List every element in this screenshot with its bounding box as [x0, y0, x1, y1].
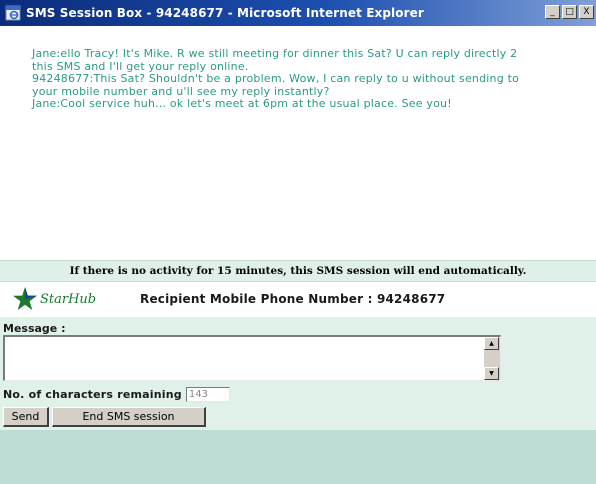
browser-window: SMS Session Box - 94248677 - Microsoft I…: [0, 0, 596, 484]
logo-text: StarHub: [40, 291, 97, 307]
close-button[interactable]: X: [579, 5, 594, 19]
end-session-button[interactable]: End SMS session: [52, 407, 206, 427]
footer-strip: [0, 430, 596, 484]
characters-remaining-row: No. of characters remaining 143: [3, 387, 230, 402]
starhub-logo: StarHub: [12, 286, 140, 312]
session-timeout-notice: If there is no activity for 15 minutes, …: [0, 260, 596, 282]
ie-page-icon: [5, 5, 21, 21]
action-buttons: Send End SMS session: [3, 407, 206, 427]
conversation-log: Jane:ello Tracy! It's Mike. R we still m…: [0, 26, 596, 260]
conversation-line: 94248677:This Sat? Shouldn't be a proble…: [32, 72, 520, 85]
scroll-up-arrow-icon[interactable]: ▲: [484, 337, 499, 350]
message-box: ▲ ▼: [3, 335, 501, 381]
scroll-down-arrow-icon[interactable]: ▼: [484, 367, 499, 380]
window-title: SMS Session Box - 94248677 - Microsoft I…: [26, 6, 424, 20]
characters-remaining-label: No. of characters remaining: [3, 388, 182, 401]
message-input[interactable]: [5, 337, 485, 380]
conversation-line: Jane:Cool service huh... ok let's meet a…: [32, 97, 452, 110]
message-label: Message :: [3, 322, 66, 335]
window-controls: _ □ X: [545, 5, 594, 19]
characters-remaining-field: 143: [185, 387, 230, 402]
recipient-number-label: Recipient Mobile Phone Number : 94248677: [140, 292, 446, 306]
conversation-line: Jane:ello Tracy! It's Mike. R we still m…: [32, 47, 518, 60]
message-panel: Message : ▲ ▼ No. of characters remainin…: [0, 317, 596, 484]
message-scrollbar[interactable]: ▲ ▼: [484, 337, 500, 380]
recipient-row: StarHub Recipient Mobile Phone Number : …: [0, 283, 596, 315]
send-button[interactable]: Send: [3, 407, 49, 427]
minimize-button[interactable]: _: [545, 5, 560, 19]
title-bar[interactable]: SMS Session Box - 94248677 - Microsoft I…: [0, 0, 596, 26]
maximize-button[interactable]: □: [562, 5, 577, 19]
starhub-star-icon: [13, 287, 37, 310]
